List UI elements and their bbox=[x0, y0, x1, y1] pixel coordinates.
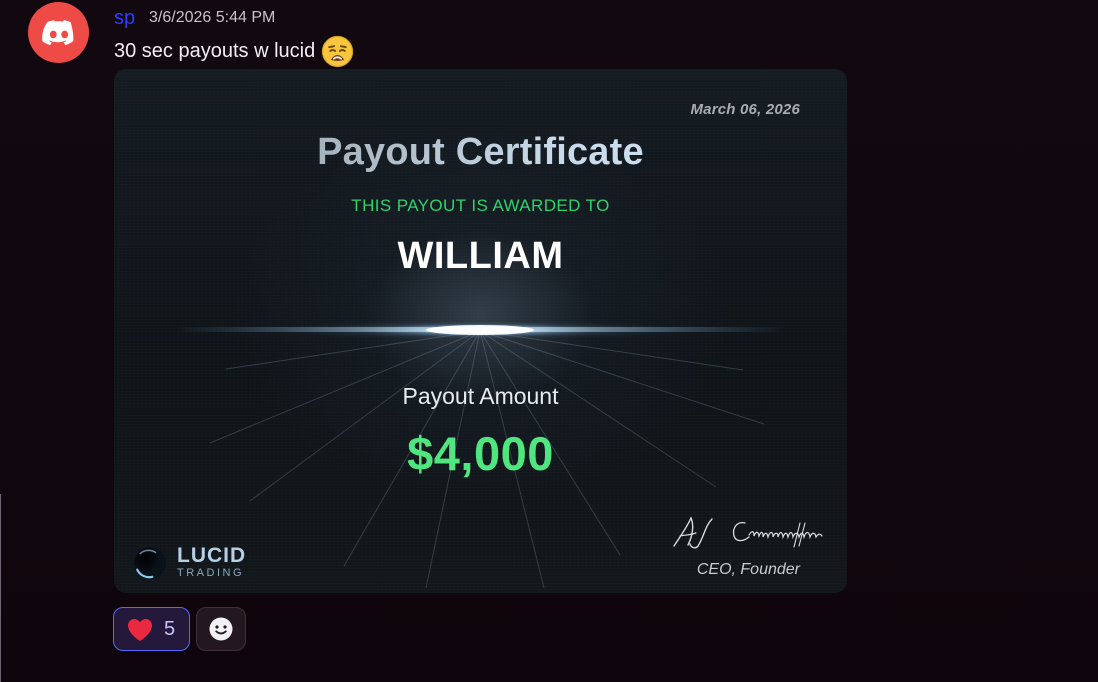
lucid-logo-icon bbox=[134, 547, 166, 579]
message-text: 30 sec payouts w lucid bbox=[114, 39, 316, 62]
chat-message: sp 3/6/2026 5:44 PM 30 sec payouts w luc… bbox=[0, 0, 1098, 682]
add-reaction-button[interactable] bbox=[196, 607, 246, 651]
ceo-signature-image bbox=[673, 516, 823, 549]
discord-logo-icon bbox=[41, 19, 73, 45]
chat-page: sp 3/6/2026 5:44 PM 30 sec payouts w luc… bbox=[0, 0, 1098, 682]
message-reactions: 5 bbox=[113, 607, 246, 651]
payout-certificate-image[interactable]: March 06, 2026 Payout Certificate THIS P… bbox=[114, 69, 847, 593]
heart-reaction-count: 5 bbox=[163, 617, 176, 640]
heart-icon bbox=[127, 618, 152, 641]
lucid-trading-logo: LUCID TRADING bbox=[132, 543, 246, 583]
certificate-awarded-text: THIS PAYOUT IS AWARDED TO bbox=[351, 196, 610, 215]
logo-text-block: LUCID TRADING bbox=[177, 544, 247, 580]
payout-amount-label: Payout Amount bbox=[402, 383, 559, 409]
payout-amount-value: $4,000 bbox=[407, 427, 554, 480]
logo-primary-text: LUCID bbox=[177, 544, 247, 567]
username[interactable]: sp bbox=[114, 6, 135, 30]
heart-reaction-button[interactable]: 5 bbox=[113, 607, 190, 651]
certificate-recipient: WILLIAM bbox=[397, 235, 564, 277]
add-reaction-icon bbox=[209, 617, 233, 641]
certificate-date: March 06, 2026 bbox=[690, 101, 800, 118]
certificate-title: Payout Certificate bbox=[114, 130, 847, 174]
logo-secondary-text: TRADING bbox=[177, 567, 244, 579]
avatar[interactable] bbox=[28, 2, 89, 63]
message-timestamp: 3/6/2026 5:44 PM bbox=[149, 9, 276, 26]
weary-face-emoji-icon bbox=[322, 35, 354, 67]
signer-role: CEO, Founder bbox=[696, 561, 800, 578]
message-text-row: 30 sec payouts w lucid bbox=[114, 35, 354, 67]
